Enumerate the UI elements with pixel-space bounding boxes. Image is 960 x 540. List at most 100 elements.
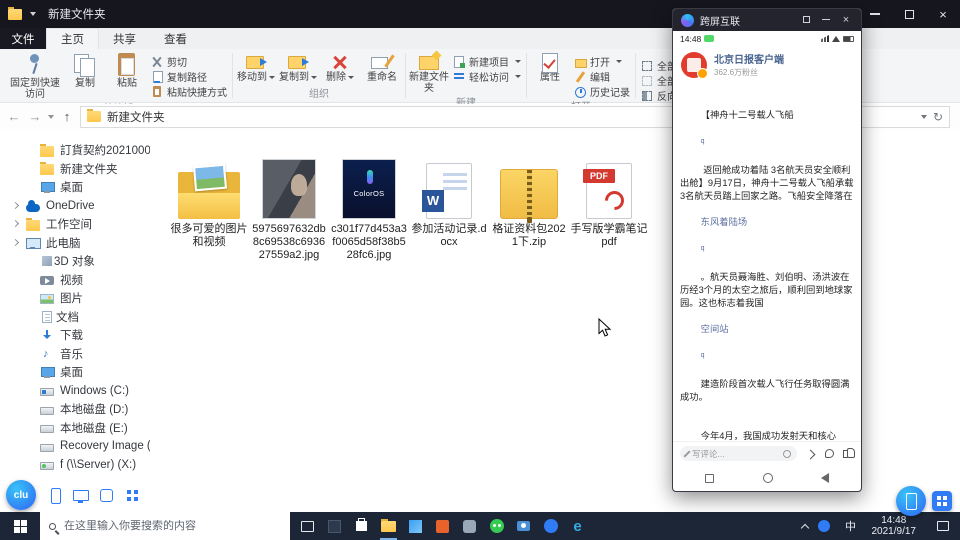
sidebar-item[interactable]: 视频: [0, 271, 150, 290]
app-gray-icon[interactable]: [456, 512, 483, 540]
ime-indicator[interactable]: 中: [840, 518, 862, 534]
tab-share[interactable]: 共享: [99, 28, 150, 49]
tab-home[interactable]: 主页: [46, 28, 99, 49]
action-center-button[interactable]: [926, 512, 960, 540]
hidden-icons-chevron-icon[interactable]: [800, 523, 809, 533]
apps-panel-button[interactable]: [932, 491, 952, 511]
sidebar-item[interactable]: Windows (C:): [0, 382, 150, 401]
phone-mirror-button[interactable]: [896, 486, 926, 516]
tab-file[interactable]: 文件: [0, 28, 46, 49]
app-dark-blue-icon[interactable]: [321, 512, 348, 540]
comment-input[interactable]: 写评论...: [680, 446, 797, 461]
apps-grid-icon[interactable]: [125, 488, 140, 503]
delete-button[interactable]: 删除: [320, 51, 360, 83]
qat-customize-chevron-icon[interactable]: [30, 12, 36, 16]
new-folder-button[interactable]: 新建文件夹: [409, 51, 449, 94]
sidebar-item[interactable]: 文档: [0, 308, 150, 327]
sidebar-item[interactable]: OneDrive: [0, 197, 150, 216]
maximize-button[interactable]: [892, 0, 926, 28]
properties-button[interactable]: 属性: [530, 51, 570, 83]
file-item[interactable]: 格证资料包2021下.zip: [490, 153, 568, 262]
cross-screen-logo-button[interactable]: clu: [6, 480, 36, 510]
copy-button[interactable]: 复制: [65, 51, 105, 89]
minimize-button[interactable]: [858, 0, 892, 28]
sidebar-item[interactable]: 新建文件夹: [0, 160, 150, 179]
sidebar-item[interactable]: 3D 对象: [0, 252, 150, 271]
expand-chevron-icon[interactable]: [11, 201, 20, 209]
monitor-icon[interactable]: [73, 488, 89, 503]
move-to-button[interactable]: 移动到: [236, 51, 276, 83]
sidebar-item[interactable]: 本地磁盘 (E:): [0, 419, 150, 438]
address-dropdown-chevron-icon[interactable]: [920, 114, 927, 119]
phone-window-titlebar[interactable]: 跨屏互联 ×: [673, 9, 861, 31]
camera-app-icon[interactable]: [510, 512, 537, 540]
back-button[interactable]: ←: [6, 109, 22, 124]
like-icon[interactable]: [843, 448, 855, 459]
edge-browser-icon[interactable]: e: [564, 512, 591, 540]
new-item-button[interactable]: 新建项目: [451, 55, 523, 69]
edit-button[interactable]: 编辑: [572, 70, 632, 84]
expand-chevron-icon[interactable]: [11, 219, 20, 228]
phone-minimize-icon[interactable]: [819, 9, 833, 31]
task-view-icon[interactable]: [294, 512, 321, 540]
breadcrumb-path[interactable]: 新建文件夹: [107, 109, 165, 125]
sidebar-item[interactable]: Recovery Image (F:): [0, 437, 150, 456]
wechat-icon[interactable]: [483, 512, 510, 540]
sidebar-item[interactable]: 图片: [0, 289, 150, 308]
sidebar-item[interactable]: 音乐: [0, 345, 150, 364]
forward-button[interactable]: →: [27, 109, 43, 124]
paste-button[interactable]: 粘贴: [107, 51, 147, 89]
file-item[interactable]: 5975697632db8c69538c693627559a2.jpg: [250, 153, 328, 262]
file-item[interactable]: 很多可爱的图片和视频: [170, 153, 248, 262]
search-input[interactable]: [64, 520, 281, 532]
sidebar-item[interactable]: 本地磁盘 (D:): [0, 400, 150, 419]
app-orange-icon[interactable]: [429, 512, 456, 540]
tab-view[interactable]: 查看: [150, 28, 201, 49]
file-item[interactable]: PDF 手写版学霸笔记pdf: [570, 153, 648, 262]
refresh-icon[interactable]: ↻: [933, 110, 943, 124]
close-button[interactable]: ×: [926, 0, 960, 28]
clock-date: 2021/9/17: [871, 526, 917, 537]
open-button[interactable]: 打开: [572, 55, 632, 69]
app-blue-circle-icon[interactable]: [537, 512, 564, 540]
sidebar-item[interactable]: 此电脑: [0, 234, 150, 253]
comment-icon[interactable]: [824, 448, 835, 459]
file-explorer-icon[interactable]: [375, 512, 402, 540]
pin-to-quick-access-button[interactable]: 固定到快速访问: [7, 51, 63, 100]
sidebar-item[interactable]: 桌面: [0, 363, 150, 382]
sidebar-item[interactable]: 桌面: [0, 178, 150, 197]
back-icon[interactable]: [821, 473, 829, 483]
file-item[interactable]: ColorOS c301f77d453a3f0065d58f38b528fc6.…: [330, 153, 408, 262]
phone-close-icon[interactable]: ×: [839, 9, 853, 31]
expand-chevron-icon[interactable]: [11, 238, 20, 246]
paste-shortcut-button[interactable]: 粘贴快捷方式: [149, 85, 229, 99]
copy-to-button[interactable]: 复制到: [278, 51, 318, 83]
screen-mirror-icon[interactable]: [99, 488, 114, 503]
history-button[interactable]: 历史记录: [572, 85, 632, 99]
taskbar-clock[interactable]: 14:48 2021/9/17: [862, 515, 927, 537]
emoji-icon[interactable]: [783, 449, 791, 458]
phone-icon[interactable]: [47, 487, 62, 504]
recent-locations-chevron-icon[interactable]: [48, 114, 54, 119]
avatar[interactable]: [681, 51, 708, 79]
store-icon[interactable]: [348, 512, 375, 540]
file-item[interactable]: W 参加活动记录.docx: [410, 153, 488, 262]
sidebar-item[interactable]: 下载: [0, 326, 150, 345]
up-button[interactable]: ↑: [59, 109, 75, 124]
phone-restore-icon[interactable]: [799, 9, 813, 31]
sidebar-item[interactable]: 工作空间: [0, 215, 150, 234]
cut-button[interactable]: 剪切: [149, 55, 229, 69]
easy-access-button[interactable]: 轻松访问: [451, 70, 523, 84]
tray-app-icon[interactable]: [817, 520, 830, 532]
photos-icon[interactable]: [402, 512, 429, 540]
sidebar-item[interactable]: 訂貨契約20210005-104: [0, 141, 150, 160]
share-icon[interactable]: [805, 448, 816, 459]
account-name[interactable]: 北京日报客户端: [714, 51, 784, 66]
copy-path-button[interactable]: 复制路径: [149, 70, 229, 84]
recents-icon[interactable]: [705, 473, 714, 483]
start-button[interactable]: [0, 512, 40, 540]
rename-button[interactable]: 重命名: [362, 51, 402, 83]
home-icon[interactable]: [762, 473, 773, 483]
sidebar-item[interactable]: f (\\Server) (X:): [0, 456, 150, 475]
taskbar-search[interactable]: [40, 512, 290, 540]
